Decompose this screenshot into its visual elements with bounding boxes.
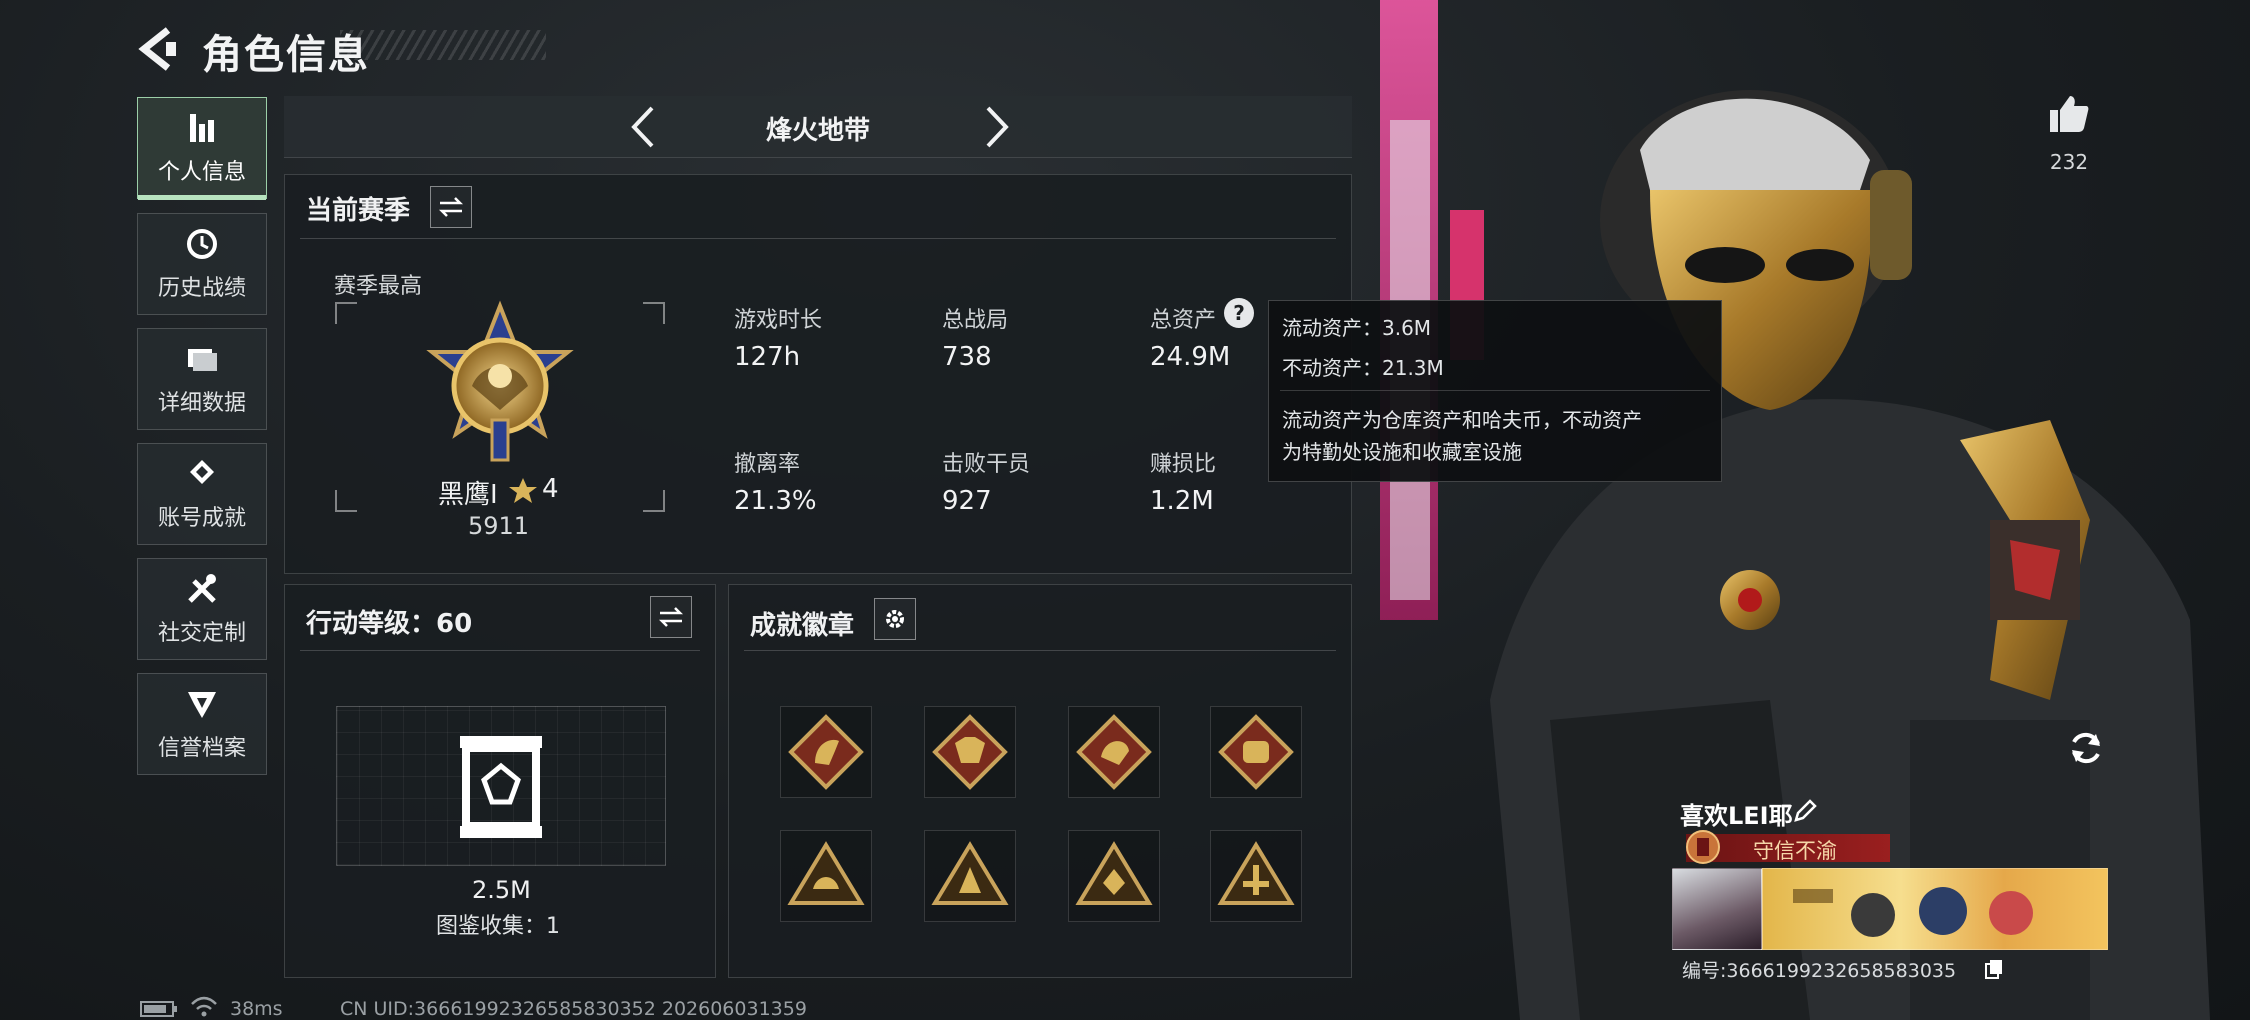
badges-title: 成就徽章 (750, 611, 855, 641)
stat-value: 1.2M (1150, 486, 1214, 516)
back-button[interactable] (136, 24, 186, 74)
stat-value: 24.9M (1150, 342, 1231, 372)
sidebar-item-label: 社交定制 (157, 621, 246, 646)
title-decoration (340, 30, 546, 60)
sidebar-item-label: 详细数据 (157, 391, 246, 416)
divider (1280, 390, 1710, 391)
action-level-title: 行动等级：60 (306, 609, 473, 639)
sidebar-item-reputation[interactable]: 信誉档案 (137, 673, 267, 775)
tooltip-fixed-assets: 不动资产：21.3M (1282, 356, 1444, 380)
help-icon: ? (1233, 301, 1245, 325)
tools-icon (188, 574, 216, 603)
stat-value: 738 (942, 342, 992, 372)
stat-label: 击败干员 (942, 452, 1031, 477)
character-portrait (1380, 0, 2210, 1020)
edit-pencil-icon[interactable] (1792, 798, 1818, 824)
wifi-icon (191, 996, 217, 1017)
wolf-badge-icon (932, 714, 1008, 790)
stat-value: 21.3% (734, 486, 817, 516)
sidebar-item-label: 历史战绩 (157, 276, 246, 301)
reputation-icon (188, 692, 216, 718)
next-mode-button[interactable] (976, 102, 1016, 152)
player-uid: 编号:3666199232658583035 (1682, 960, 1957, 982)
tooltip-description: 为特勤处设施和收藏室设施 (1282, 440, 1522, 464)
stat-label: 总战局 (942, 308, 1009, 333)
season-best-label: 赛季最高 (334, 274, 423, 299)
history-clock-icon (187, 229, 217, 259)
avatar[interactable] (1672, 868, 1762, 950)
sidebar-item-label: 账号成就 (157, 506, 246, 531)
thumbs-up-icon[interactable] (2046, 92, 2090, 136)
page-title: 角色信息 (202, 32, 370, 78)
achievement-icon (190, 460, 214, 484)
stat-value: 127h (734, 342, 801, 372)
divider (744, 650, 1336, 651)
fist-badge-icon (1218, 714, 1294, 790)
ping: 38ms (230, 998, 283, 1020)
badge-slot[interactable] (1210, 706, 1302, 798)
cartoon-characters-icon (1793, 887, 2033, 937)
rank-stars: 4 (542, 474, 559, 504)
badge-slot[interactable] (924, 706, 1016, 798)
like-count: 232 (2049, 150, 2089, 174)
swap-icon (658, 607, 684, 627)
badge-slot[interactable] (1210, 830, 1302, 922)
stat-label: 撤离率 (734, 452, 801, 477)
badge-slot[interactable] (780, 706, 872, 798)
gear-icon (886, 610, 904, 628)
star-icon (509, 478, 537, 503)
rank-score: 5911 (468, 512, 530, 540)
bar-chart-icon (190, 114, 214, 142)
triangle-badge-icon (1217, 841, 1295, 905)
help-button[interactable]: ? (1224, 298, 1254, 328)
collection-value: 2.5M (472, 876, 531, 904)
mode-selector: 烽火地带 (284, 96, 1352, 158)
tooltip-description: 流动资产为仓库资产和哈夫币，不动资产 (1282, 408, 1642, 432)
sidebar-item-label: 信誉档案 (157, 736, 246, 761)
horse-badge-icon (788, 714, 864, 790)
dragon-badge-icon (1076, 714, 1152, 790)
action-level-switch-button[interactable] (650, 596, 692, 638)
stat-value: 927 (942, 486, 992, 516)
season-title: 当前赛季 (306, 196, 411, 226)
triangle-badge-icon (1075, 841, 1153, 905)
sidebar-item-label: 个人信息 (157, 160, 246, 185)
battery-icon (140, 1001, 177, 1017)
rank-medal-icon (426, 300, 574, 462)
badge-slot[interactable] (780, 830, 872, 922)
stat-label: 总资产 (1150, 308, 1217, 333)
swap-icon (438, 197, 464, 217)
sidebar-item-achievements[interactable]: 账号成就 (137, 443, 267, 545)
collection-cabinet-icon (460, 736, 542, 838)
stat-label: 游戏时长 (734, 308, 823, 333)
divider (300, 650, 700, 651)
player-name: 喜欢LEI耶 (1680, 802, 1793, 830)
sidebar-item-history[interactable]: 历史战绩 (137, 213, 267, 315)
season-switch-button[interactable] (430, 186, 472, 228)
tooltip-liquid-assets: 流动资产：3.6M (1282, 316, 1432, 340)
sidebar-item-personal-info[interactable]: 个人信息 (137, 97, 267, 200)
name-card-banner (1762, 868, 2108, 950)
rank-name: 黑鹰I (438, 480, 498, 510)
triangle-badge-icon (787, 841, 865, 905)
rotate-icon[interactable] (2066, 728, 2106, 768)
badge-slot[interactable] (1068, 830, 1160, 922)
sidebar-item-social[interactable]: 社交定制 (137, 558, 267, 660)
folder-icon (188, 349, 217, 371)
collection-count: 图鉴收集：1 (436, 914, 560, 939)
stat-label: 赚损比 (1150, 452, 1217, 477)
badges-settings-button[interactable] (874, 598, 916, 640)
triangle-badge-icon (931, 841, 1009, 905)
badge-slot[interactable] (924, 830, 1016, 922)
badge-slot[interactable] (1068, 706, 1160, 798)
sidebar-item-detailed-data[interactable]: 详细数据 (137, 328, 267, 430)
copy-icon[interactable] (1984, 958, 2004, 980)
title-badge-text: 守信不渝 (1753, 839, 1837, 863)
mode-name: 烽火地带 (765, 116, 870, 146)
status-uid: CN UID:3666199232658583035​2 20260603135… (340, 998, 807, 1020)
divider (300, 238, 1336, 239)
